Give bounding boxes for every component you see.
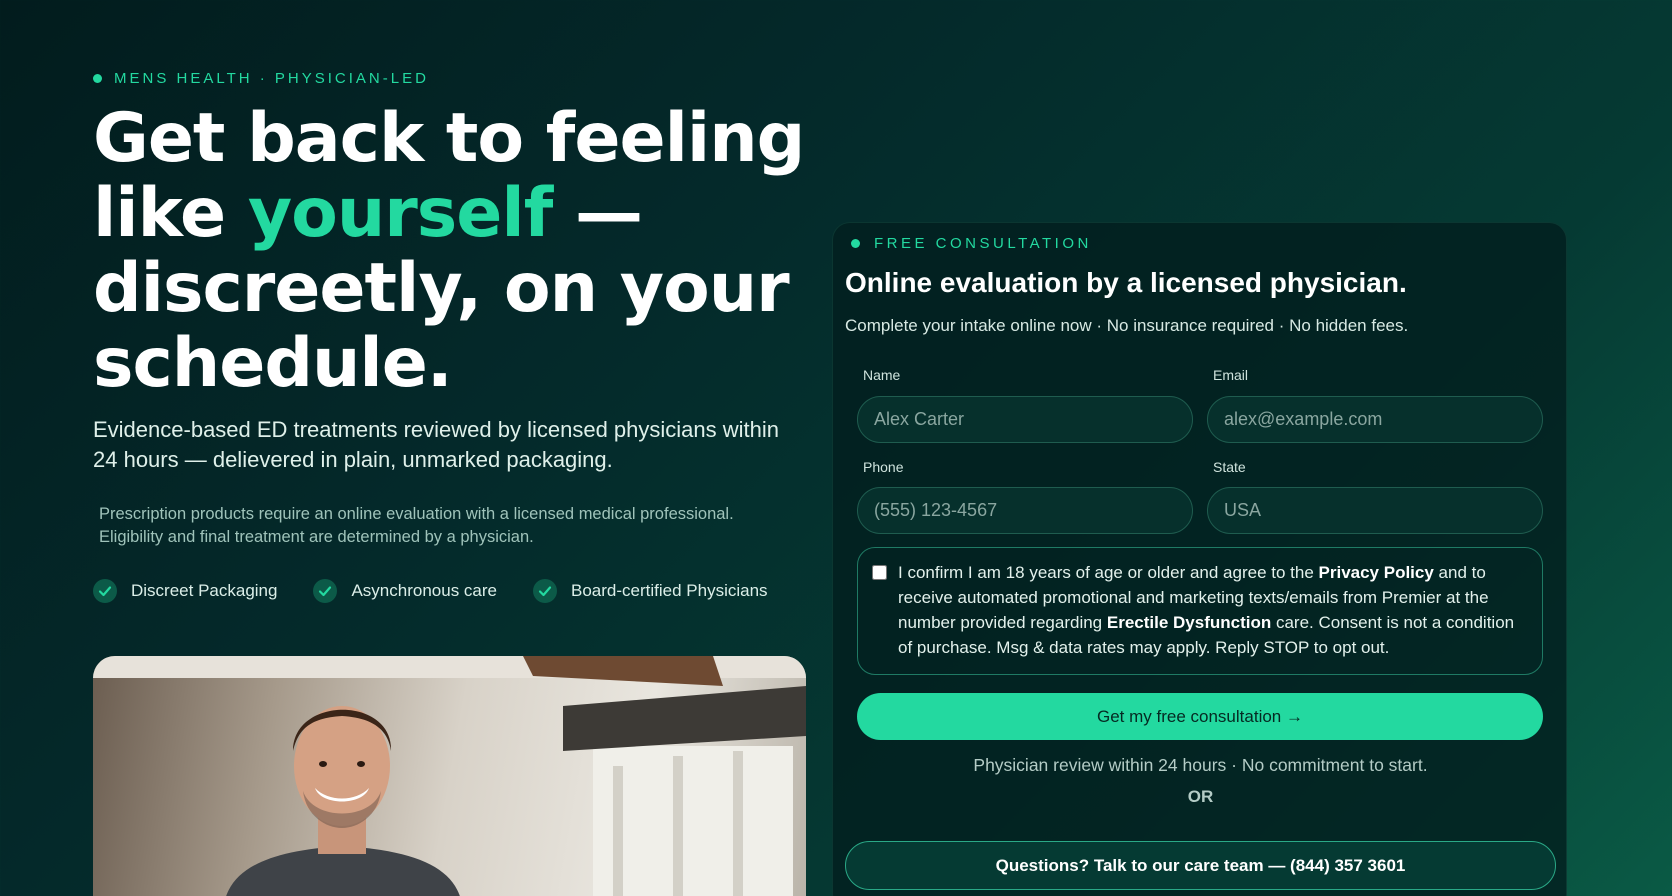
check-icon: [93, 579, 117, 603]
consent-checkbox[interactable]: [872, 565, 887, 580]
headline-accent: yourself: [247, 174, 553, 253]
hero-section: MENS HEALTH · PHYSICIAN-LED Get back to …: [93, 70, 813, 603]
hero-subheadline: Evidence-based ED treatments reviewed by…: [93, 417, 780, 472]
name-input[interactable]: [857, 396, 1193, 443]
name-label: Name: [863, 367, 901, 383]
feature-item: Discreet Packaging: [93, 579, 277, 603]
consent-box: I confirm I am 18 years of age or older …: [857, 547, 1543, 675]
feature-list: Discreet Packaging Asynchronous care Boa…: [93, 579, 813, 603]
email-label: Email: [1213, 367, 1249, 383]
consent-text-1: I confirm I am 18 years of age or older …: [898, 563, 1319, 582]
hero-eyebrow-label: MENS HEALTH · PHYSICIAN-LED: [114, 70, 429, 87]
feature-item: Board-certified Physicians: [533, 579, 768, 603]
hero-photo: [93, 656, 806, 896]
phone-input[interactable]: [857, 487, 1193, 534]
phone-label: Phone: [863, 459, 904, 475]
state-input[interactable]: [1207, 487, 1543, 534]
consultation-card: FREE CONSULTATION Online evaluation by a…: [832, 222, 1567, 896]
hero-headline: Get back to feeling like yourself — disc…: [93, 101, 813, 401]
hero-eyebrow: MENS HEALTH · PHYSICIAN-LED: [93, 70, 813, 87]
free-consultation-button[interactable]: Get my free consultation →: [857, 693, 1543, 740]
hero-disclaimer: Prescription products require an online …: [99, 505, 734, 546]
card-eyebrow-label: FREE CONSULTATION: [874, 235, 1092, 252]
check-icon: [533, 579, 557, 603]
check-icon: [313, 579, 338, 603]
consent-condition: Erectile Dysfunction: [1106, 613, 1272, 632]
state-label: State: [1213, 459, 1246, 475]
email-input[interactable]: [1207, 396, 1543, 443]
card-title: Online evaluation by a licensed physicia…: [845, 267, 1407, 298]
feature-label: Discreet Packaging: [131, 581, 278, 600]
dot-icon: [851, 239, 860, 248]
card-eyebrow: FREE CONSULTATION: [851, 235, 1092, 252]
card-subtitle: Complete your intake online now · No ins…: [845, 316, 1409, 335]
feature-label: Board-certified Physicians: [571, 581, 768, 600]
or-divider: OR: [1187, 787, 1214, 806]
dot-icon: [93, 74, 102, 83]
privacy-policy-link[interactable]: Privacy Policy: [1319, 563, 1434, 582]
review-note: Physician review within 24 hours · No co…: [973, 755, 1428, 775]
call-care-team-button[interactable]: Questions? Talk to our care team — (844)…: [845, 841, 1556, 890]
feature-item: Asynchronous care: [313, 579, 497, 603]
feature-label: Asynchronous care: [351, 581, 497, 600]
